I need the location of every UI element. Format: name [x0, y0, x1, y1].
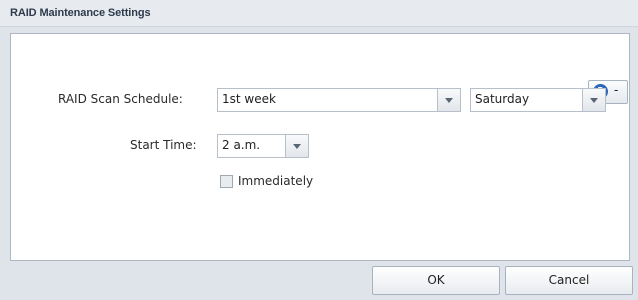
settings-panel [10, 33, 630, 261]
day-select-chevron-down-icon[interactable] [582, 89, 605, 111]
immediately-label[interactable]: Immediately [238, 174, 313, 188]
week-select-chevron-down-icon[interactable] [437, 89, 460, 111]
start-time-label: Start Time: [130, 138, 197, 152]
scan-schedule-label: RAID Scan Schedule: [58, 92, 183, 106]
ok-button-label: OK [427, 273, 445, 287]
week-select-value: 1st week [222, 92, 276, 106]
day-select-value: Saturday [475, 92, 530, 106]
start-time-select[interactable]: 2 a.m. [217, 134, 309, 158]
start-time-select-chevron-down-icon[interactable] [285, 135, 308, 157]
dialog-title: RAID Maintenance Settings [10, 7, 151, 19]
help-menu-arrow-icon: - [614, 83, 619, 97]
cancel-button-label: Cancel [548, 273, 590, 287]
day-select[interactable]: Saturday [470, 88, 606, 112]
raid-maintenance-dialog: RAID Maintenance Settings ? - RAID Scan … [0, 0, 638, 300]
dialog-title-bar[interactable]: RAID Maintenance Settings [0, 0, 638, 27]
immediately-checkbox[interactable] [220, 175, 233, 188]
ok-button[interactable]: OK [372, 266, 500, 295]
start-time-select-value: 2 a.m. [222, 138, 261, 152]
cancel-button[interactable]: Cancel [505, 266, 633, 295]
week-select[interactable]: 1st week [217, 88, 461, 112]
